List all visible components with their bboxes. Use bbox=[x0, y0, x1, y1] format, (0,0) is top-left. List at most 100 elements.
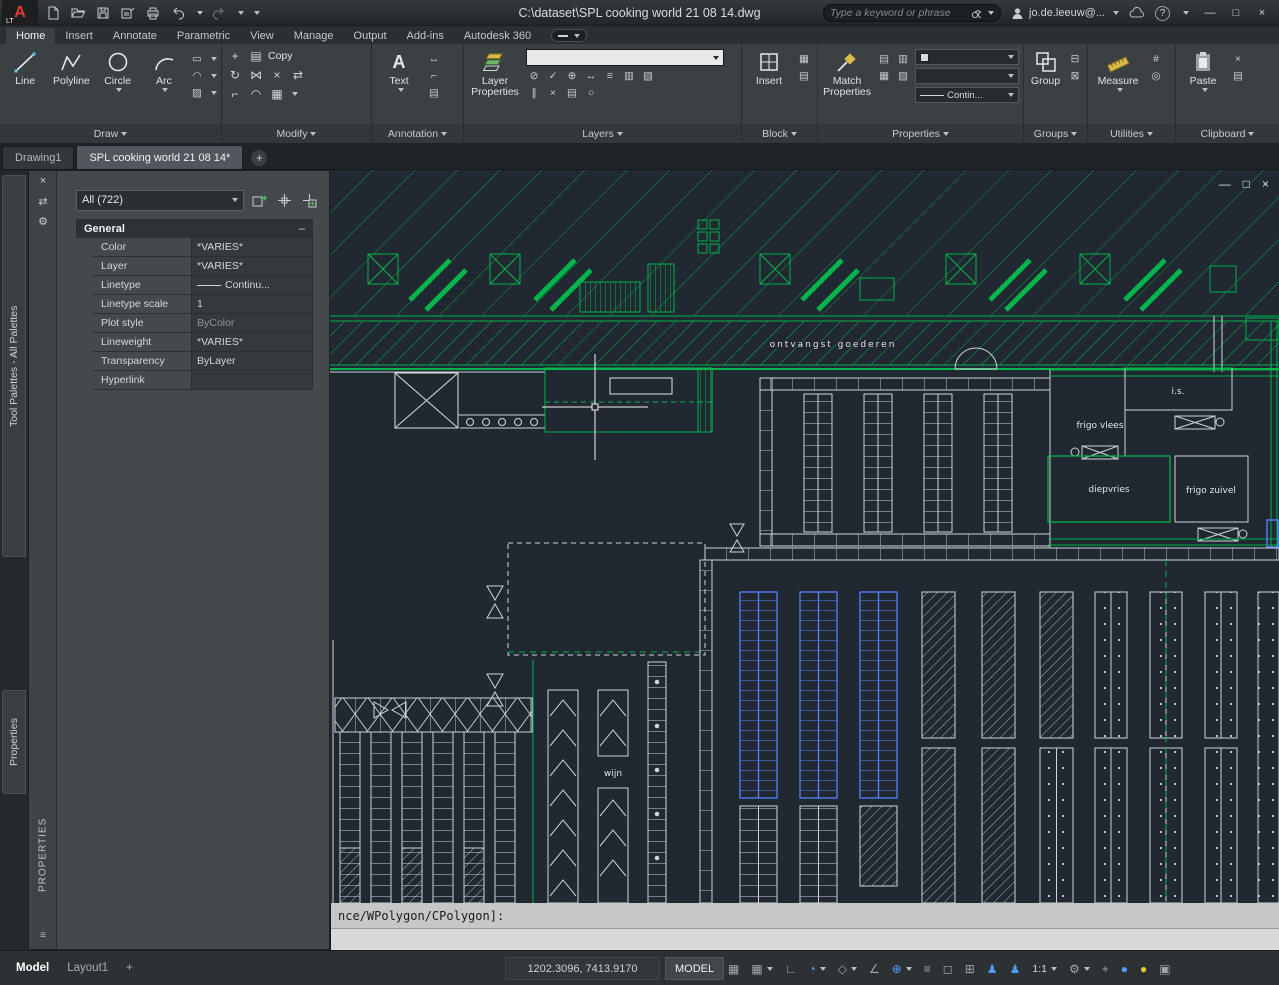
property-row-linetype-scale[interactable]: Linetype scale 1 bbox=[93, 295, 313, 314]
group-button[interactable]: Group bbox=[1028, 47, 1063, 123]
arc-button[interactable]: Arc bbox=[143, 47, 185, 123]
user-menu-chevron-icon[interactable] bbox=[1113, 11, 1119, 15]
cut-icon[interactable]: × bbox=[1230, 51, 1246, 66]
open-file-button[interactable] bbox=[69, 4, 87, 22]
rack-continuations[interactable] bbox=[740, 806, 897, 903]
layer-prev-icon[interactable]: ○ bbox=[583, 85, 599, 100]
file-tab-spl-cooking-world[interactable]: SPL cooking world 21 08 14* bbox=[76, 145, 243, 169]
id-point-icon[interactable]: # bbox=[1148, 51, 1164, 66]
selection-filter-dropdown[interactable]: All (722) bbox=[76, 190, 244, 211]
autodesk360-sync-icon[interactable] bbox=[1129, 7, 1145, 19]
property-row-color[interactable]: Color *VARIES* bbox=[93, 238, 313, 257]
prop-grid1-icon[interactable]: ▤ bbox=[876, 51, 892, 66]
copy-icon[interactable]: ▤ bbox=[247, 47, 265, 64]
clean-screen-button[interactable]: ▣ bbox=[1153, 957, 1176, 980]
measure-split-chevron-icon[interactable] bbox=[1117, 88, 1123, 92]
fillet-icon[interactable]: ◠ bbox=[247, 85, 265, 102]
prop-grid2-icon[interactable]: ▥ bbox=[895, 51, 911, 66]
palette-grip-icon[interactable]: ≡ bbox=[29, 930, 57, 941]
isometric-drafting-button[interactable]: ◇ bbox=[832, 957, 863, 980]
mirror-icon[interactable]: ⋈ bbox=[247, 66, 265, 83]
graphics-performance-button[interactable]: ● bbox=[1115, 957, 1134, 980]
window-minimize-button[interactable]: — bbox=[1199, 4, 1221, 22]
hatch-chevron-icon[interactable] bbox=[211, 91, 217, 95]
property-row-linetype[interactable]: Linetype Continu... bbox=[93, 276, 313, 295]
select-objects-button[interactable] bbox=[275, 191, 294, 210]
paste-split-chevron-icon[interactable] bbox=[1202, 88, 1208, 92]
property-row-hyperlink[interactable]: Hyperlink bbox=[93, 371, 313, 390]
rotate-icon[interactable]: ↻ bbox=[226, 66, 244, 83]
quick-calc-icon[interactable]: ◎ bbox=[1148, 68, 1164, 83]
object-snap-tracking-button[interactable]: ∠ bbox=[863, 957, 886, 980]
create-block-icon[interactable]: ▦ bbox=[796, 51, 812, 66]
ribbon-tab-view[interactable]: View bbox=[240, 28, 284, 44]
dotted-racks[interactable] bbox=[1095, 560, 1279, 903]
palette-settings-icon[interactable]: ⚙ bbox=[29, 211, 57, 231]
annotation-scale-button[interactable]: 1:1 bbox=[1026, 957, 1063, 980]
match-properties-button[interactable]: Match Properties bbox=[822, 47, 872, 123]
circle-split-chevron-icon[interactable] bbox=[116, 88, 122, 92]
rectangle-tool-icon[interactable]: ▭ bbox=[189, 51, 205, 66]
panel-label-properties[interactable]: Properties bbox=[818, 124, 1023, 143]
hatched-racks[interactable] bbox=[922, 592, 1073, 903]
drawing-minimize-button[interactable]: — bbox=[1219, 178, 1231, 190]
bottom-left-racks[interactable] bbox=[333, 640, 532, 903]
ribbon-tab-home[interactable]: Home bbox=[6, 28, 55, 44]
door-symbols[interactable] bbox=[374, 524, 744, 718]
stretch-icon[interactable]: ⇄ bbox=[289, 66, 307, 83]
storage-hall[interactable] bbox=[760, 369, 1050, 548]
prop-grid4-icon[interactable]: ▧ bbox=[895, 68, 911, 83]
panel-label-draw[interactable]: Draw bbox=[0, 124, 221, 143]
lineweight-dropdown[interactable] bbox=[915, 68, 1019, 84]
ribbon-tab-insert[interactable]: Insert bbox=[55, 28, 103, 44]
annotation-autoscale-button[interactable]: ♟ bbox=[1004, 957, 1027, 980]
panel-label-modify[interactable]: Modify bbox=[222, 124, 371, 143]
palette-close-icon[interactable]: × bbox=[29, 171, 57, 191]
text-button[interactable]: A Text bbox=[376, 47, 422, 123]
search-scope-chevron-icon[interactable] bbox=[988, 11, 994, 15]
ungroup-icon[interactable]: ⊟ bbox=[1067, 51, 1083, 66]
line-button[interactable]: Line bbox=[4, 47, 46, 123]
new-file-button[interactable] bbox=[44, 4, 62, 22]
signin-user[interactable]: jo.de.leeuw@... bbox=[1011, 7, 1119, 20]
property-row-lineweight[interactable]: Lineweight *VARIES* bbox=[93, 333, 313, 352]
rectangle-chevron-icon[interactable] bbox=[211, 57, 217, 61]
edit-block-icon[interactable]: ▤ bbox=[796, 68, 812, 83]
erase-icon[interactable]: × bbox=[268, 66, 286, 83]
layer-check-icon[interactable]: ✓ bbox=[545, 68, 561, 83]
ui-customization-button[interactable]: + bbox=[1096, 957, 1115, 980]
panel-label-block[interactable]: Block bbox=[742, 124, 817, 143]
layer-merge-icon[interactable]: ▤ bbox=[564, 85, 580, 100]
modify-more-chevron-icon[interactable] bbox=[292, 92, 298, 96]
workspace-switching-button[interactable]: ⚙ bbox=[1063, 957, 1096, 980]
help-search-box[interactable] bbox=[823, 4, 1001, 22]
layer-lock-icon[interactable]: ▧ bbox=[640, 68, 656, 83]
layer-match-icon[interactable]: ↔ bbox=[583, 68, 599, 83]
toggle-pickadd-button[interactable] bbox=[250, 191, 269, 210]
lineweight-display-button[interactable]: ≡ bbox=[918, 957, 937, 980]
drawing-restore-button[interactable]: □ bbox=[1243, 178, 1250, 190]
trim-icon[interactable]: ⌐ bbox=[226, 85, 244, 102]
help-button[interactable]: ? bbox=[1155, 6, 1170, 21]
ribbon-tab-output[interactable]: Output bbox=[344, 28, 397, 44]
save-button[interactable] bbox=[94, 4, 112, 22]
hatch-tool-icon[interactable]: ▨ bbox=[189, 85, 205, 100]
save-as-button[interactable] bbox=[119, 4, 137, 22]
left-rooms[interactable] bbox=[330, 368, 712, 432]
panel-label-clipboard[interactable]: Clipboard bbox=[1176, 124, 1279, 143]
layout1-tab[interactable]: Layout1 bbox=[67, 962, 108, 974]
general-section-header[interactable]: General – bbox=[76, 219, 313, 238]
annotation-visibility-button[interactable]: ♟ bbox=[981, 957, 1004, 980]
measure-button[interactable]: Measure bbox=[1092, 47, 1144, 123]
ribbon-display-toggle[interactable] bbox=[551, 29, 587, 42]
panel-label-layers[interactable]: Layers bbox=[464, 124, 741, 143]
layer-state-icon[interactable]: ≡ bbox=[602, 68, 618, 83]
layer-select-dropdown[interactable] bbox=[526, 49, 724, 66]
layer-delete-icon[interactable]: × bbox=[545, 85, 561, 100]
receiving-strip[interactable]: ontvangst goederen bbox=[330, 316, 1279, 372]
layer-walk-icon[interactable]: ∥ bbox=[526, 85, 542, 100]
paste-button[interactable]: Paste bbox=[1180, 47, 1226, 123]
window-close-button[interactable]: × bbox=[1251, 4, 1273, 22]
plot-button[interactable] bbox=[144, 4, 162, 22]
new-layout-button[interactable]: + bbox=[126, 962, 133, 974]
